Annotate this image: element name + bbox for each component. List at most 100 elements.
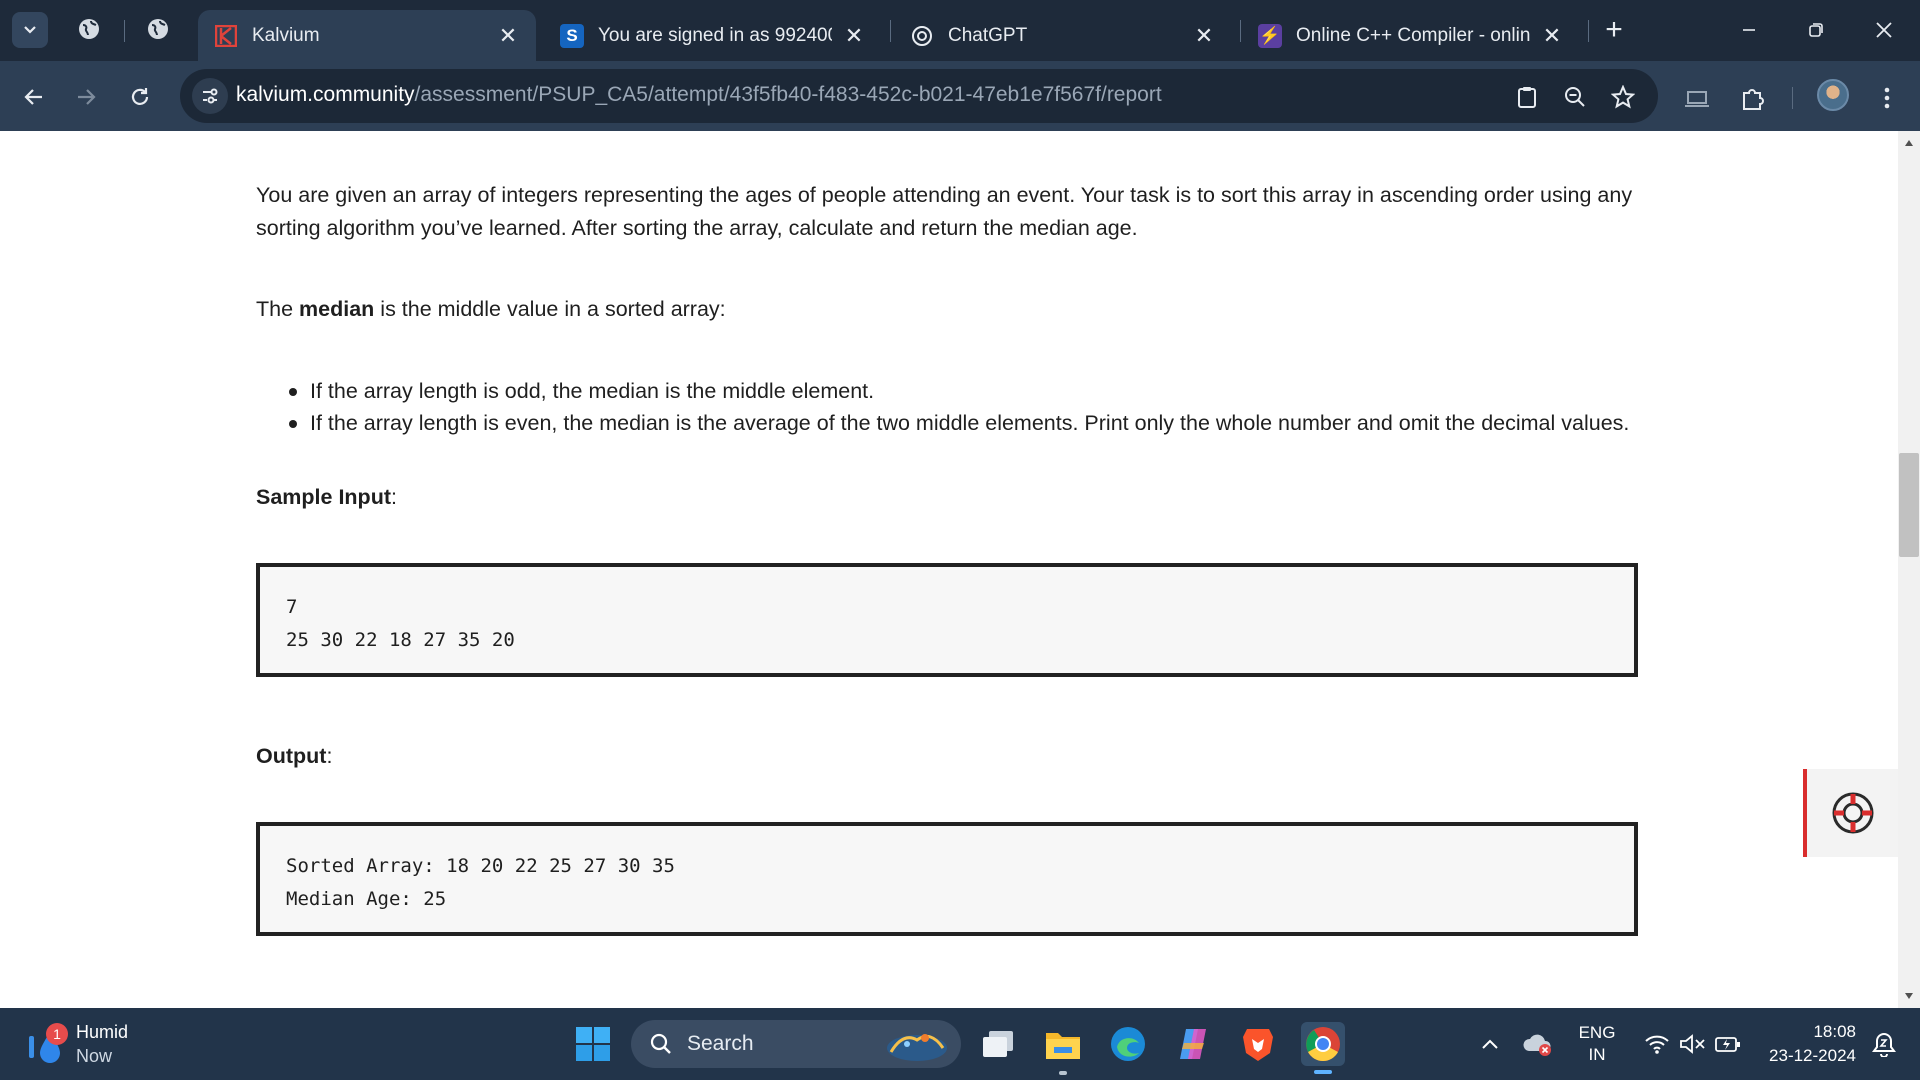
clock-date: 23-12-2024 xyxy=(1769,1046,1856,1065)
weather-widget[interactable]: 1 xyxy=(26,1022,68,1066)
lifebuoy-icon xyxy=(1832,792,1873,834)
close-icon[interactable]: ✕ xyxy=(496,23,520,48)
scroll-down-button[interactable] xyxy=(1898,986,1920,1006)
tab-signed-in[interactable]: S You are signed in as 99240041 ✕ xyxy=(544,10,882,61)
url-text[interactable]: kalvium.community/assessment/PSUP_CA5/at… xyxy=(236,83,1162,107)
median-rules-list: If the array length is odd, the median i… xyxy=(256,375,1656,439)
active-app-indicator xyxy=(1314,1070,1332,1074)
address-bar[interactable]: kalvium.community/assessment/PSUP_CA5/at… xyxy=(180,69,1658,123)
scroll-up-button[interactable] xyxy=(1898,133,1920,153)
clipboard-button[interactable] xyxy=(1512,82,1542,112)
s-logo-icon: S xyxy=(560,23,584,48)
scrollbar-thumb[interactable] xyxy=(1899,453,1919,557)
pinned-tab-globe-2[interactable] xyxy=(143,14,173,44)
list-item: If the array length is even, the median … xyxy=(256,407,1656,439)
code-line: 25 30 22 18 27 35 20 xyxy=(286,629,515,651)
taskbar-clock[interactable]: 18:08 23-12-2024 xyxy=(1769,1020,1856,1068)
show-hidden-icons-button[interactable] xyxy=(1468,1022,1512,1066)
new-tab-button[interactable]: + xyxy=(1598,13,1630,46)
bookmark-button[interactable] xyxy=(1608,82,1638,112)
kalvium-logo-icon xyxy=(214,24,238,48)
brave-lion-icon xyxy=(1243,1029,1273,1061)
forward-button[interactable] xyxy=(68,79,104,115)
zoom-out-icon xyxy=(1565,87,1585,107)
median-suffix: is the middle value in a sorted array: xyxy=(374,297,726,321)
tab-separator xyxy=(890,20,891,42)
tab-separator xyxy=(1240,20,1241,42)
close-icon[interactable]: ✕ xyxy=(1192,23,1216,48)
vertical-scrollbar[interactable] xyxy=(1898,131,1920,1008)
file-explorer-button[interactable] xyxy=(1041,1022,1085,1066)
help-widget-button[interactable] xyxy=(1803,769,1898,857)
chatgpt-logo-icon xyxy=(910,24,934,48)
minimize-icon xyxy=(1743,29,1755,31)
extensions-button[interactable] xyxy=(1736,81,1770,115)
weather-text[interactable]: Humid Now xyxy=(76,1020,128,1068)
notifications-button[interactable] xyxy=(1864,1022,1904,1066)
page-content: You are given an array of integers repre… xyxy=(0,131,1898,1008)
back-button[interactable] xyxy=(16,79,52,115)
arrow-right-icon xyxy=(78,89,96,105)
cast-button[interactable] xyxy=(1680,81,1714,115)
reload-icon xyxy=(131,88,149,105)
wifi-icon xyxy=(1645,1035,1669,1054)
sample-input-label: Sample Input xyxy=(256,485,391,509)
colon: : xyxy=(326,744,333,768)
taskbar-search[interactable]: Search xyxy=(631,1020,961,1068)
tab-cpp-compiler[interactable]: ⚡ Online C++ Compiler - online ✕ xyxy=(1242,10,1580,61)
start-button[interactable] xyxy=(571,1022,615,1066)
profile-avatar[interactable] xyxy=(1817,79,1849,111)
globe-icon xyxy=(79,19,99,39)
browser-toolbar: kalvium.community/assessment/PSUP_CA5/at… xyxy=(0,61,1920,131)
laptop-icon xyxy=(1685,91,1709,107)
chrome-browser-button[interactable] xyxy=(1301,1022,1345,1066)
minimize-button[interactable] xyxy=(1721,10,1777,50)
pinned-tab-globe-1[interactable] xyxy=(74,14,104,44)
search-placeholder: Search xyxy=(687,1032,754,1055)
kebab-menu-icon xyxy=(1884,87,1890,109)
reload-button[interactable] xyxy=(122,79,158,115)
output-heading: Output: xyxy=(256,744,332,769)
restore-icon xyxy=(1809,23,1823,37)
close-icon[interactable]: ✕ xyxy=(842,23,866,48)
arrow-left-icon xyxy=(24,89,42,105)
menu-button[interactable] xyxy=(1870,81,1904,115)
language-indicator[interactable]: ENG IN xyxy=(1576,1022,1618,1066)
close-icon xyxy=(1876,22,1892,38)
colon: : xyxy=(390,485,397,509)
code-line: 7 xyxy=(286,596,298,618)
folder-icon xyxy=(1046,1033,1080,1059)
globe-icon xyxy=(148,19,168,39)
tune-icon xyxy=(203,88,218,104)
onedrive-button[interactable] xyxy=(1516,1022,1560,1066)
task-view-icon xyxy=(983,1031,1013,1057)
brave-browser-button[interactable] xyxy=(1236,1022,1280,1066)
windows-taskbar: 1 Humid Now Search ENG IN 18:08 23-12-20… xyxy=(0,1008,1920,1080)
quick-settings-button[interactable] xyxy=(1630,1022,1756,1066)
sample-input-heading: Sample Input: xyxy=(256,485,397,510)
cloud-error-icon xyxy=(1523,1034,1551,1056)
close-icon[interactable]: ✕ xyxy=(1540,23,1564,48)
url-host: kalvium.community xyxy=(236,83,415,106)
weather-title: Humid xyxy=(76,1022,129,1042)
site-info-button[interactable] xyxy=(192,78,228,114)
region-code: IN xyxy=(1588,1045,1606,1064)
search-highlight-icon xyxy=(887,1034,947,1061)
tab-chatgpt[interactable]: ChatGPT ✕ xyxy=(894,10,1232,61)
median-prefix: The xyxy=(256,297,300,321)
clock-time: 18:08 xyxy=(1813,1022,1856,1041)
url-path: /assessment/PSUP_CA5/attempt/43f5fb40-f4… xyxy=(414,83,1162,106)
edge-browser-button[interactable] xyxy=(1106,1022,1150,1066)
task-view-button[interactable] xyxy=(976,1022,1020,1066)
chrome-icon xyxy=(1306,1027,1340,1061)
window-close-button[interactable] xyxy=(1856,10,1912,50)
restore-button[interactable] xyxy=(1788,10,1844,50)
copilot-button[interactable] xyxy=(1171,1022,1215,1066)
tab-search-button[interactable] xyxy=(12,12,48,48)
bell-snooze-icon xyxy=(1872,1032,1896,1057)
zoom-button[interactable] xyxy=(1560,82,1590,112)
tab-title: ChatGPT xyxy=(948,24,1028,46)
notification-badge: 1 xyxy=(46,1023,68,1045)
tab-kalvium[interactable]: Kalvium ✕ xyxy=(198,10,536,61)
toolbar-separator xyxy=(1792,87,1793,109)
